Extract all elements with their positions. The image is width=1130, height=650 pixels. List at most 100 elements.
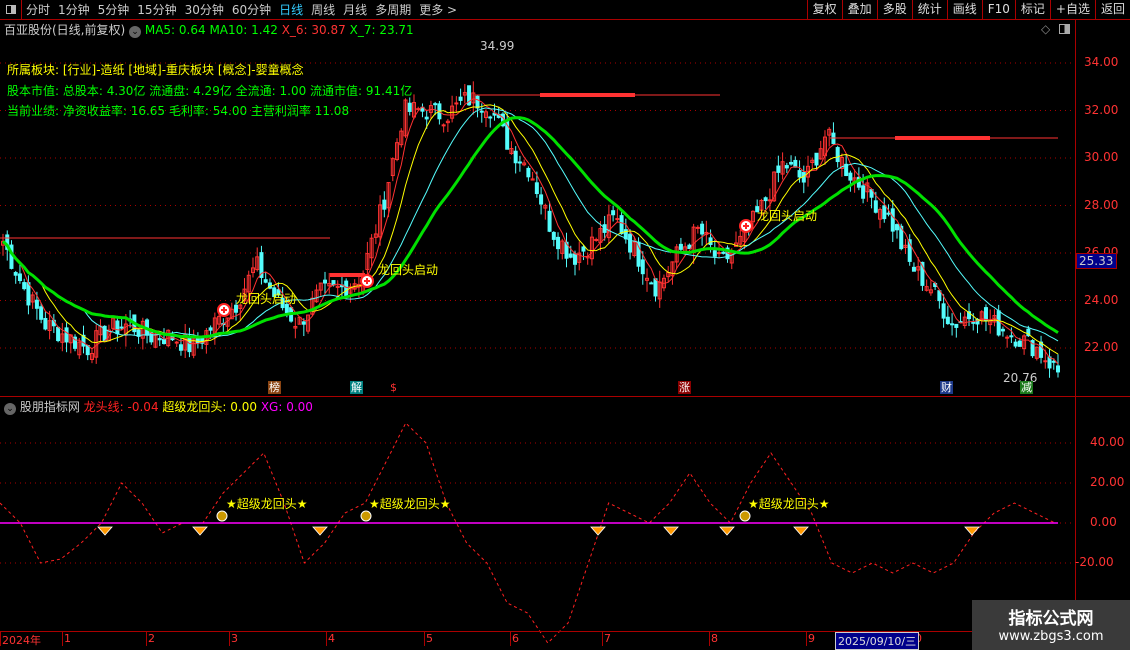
- candle-body: [1051, 360, 1056, 363]
- candle-body: [941, 303, 946, 319]
- candle-body: [556, 236, 561, 250]
- watermark-title: 指标公式网: [1008, 609, 1094, 629]
- xaxis-divider: [0, 631, 1130, 632]
- osc-tick: 0.00: [1090, 515, 1117, 529]
- super-signal-label: ★超级龙回头★: [369, 497, 451, 511]
- candle-body: [568, 253, 573, 258]
- event-badge[interactable]: 财: [940, 381, 953, 394]
- candle-body: [594, 238, 599, 241]
- diamond-icon: [964, 526, 980, 536]
- candle-body: [26, 282, 31, 306]
- event-badge[interactable]: 减: [1020, 381, 1033, 394]
- diamond-icon: [97, 526, 113, 536]
- pane-divider: [0, 396, 1130, 397]
- xaxis-label: 6: [510, 632, 519, 646]
- price-tick: 24.00: [1084, 292, 1119, 307]
- candle-body: [996, 310, 1001, 336]
- candle-body: [611, 210, 616, 216]
- candle-body: [475, 95, 480, 109]
- candle-body: [983, 307, 988, 321]
- candle-body: [208, 327, 213, 331]
- xaxis-label: 3: [229, 632, 238, 646]
- diamond-icon: [663, 526, 679, 536]
- candle-body: [513, 150, 518, 164]
- candle-body: [17, 273, 22, 281]
- oscillator-line: [0, 422, 1056, 644]
- candle-body: [572, 253, 577, 265]
- candle-body: [950, 323, 955, 326]
- candle-body: [789, 161, 794, 165]
- candle-body: [119, 326, 124, 329]
- kline-chart[interactable]: [0, 0, 1130, 650]
- candle-body: [581, 246, 586, 252]
- candle-body: [1039, 341, 1044, 358]
- candle-body: [539, 194, 544, 205]
- signal-label: 龙回头启动: [378, 263, 439, 277]
- candle-body: [424, 116, 429, 120]
- candle-body: [1009, 335, 1014, 338]
- xaxis-label: 4: [326, 632, 335, 646]
- indicator-header: ⌄ 股朋指标网 龙头线: -0.04 超级龙回头: 0.00 XG: 0.00: [4, 398, 313, 415]
- price-tick: 34.00: [1084, 55, 1119, 69]
- candle-body: [708, 237, 713, 245]
- candle-body: [763, 197, 768, 202]
- candle-body: [628, 233, 633, 253]
- event-badge[interactable]: $: [389, 381, 398, 394]
- super-signal-label: ★超级龙回头★: [226, 497, 308, 511]
- candle-body: [1000, 328, 1005, 332]
- candle-body: [174, 341, 179, 344]
- candle-body: [43, 317, 48, 330]
- candle-body: [890, 208, 895, 232]
- watermark-url: www.zbgs3.com: [998, 629, 1104, 644]
- watermark: 指标公式网 www.zbgs3.com: [972, 600, 1130, 650]
- price-tick: 30.00: [1084, 150, 1119, 164]
- candle-body: [717, 252, 722, 255]
- diamond-icon: [719, 526, 735, 536]
- money-bag-icon: [360, 510, 372, 522]
- candle-body: [954, 323, 959, 328]
- price-axis-line: [1075, 20, 1076, 632]
- candle-body: [382, 199, 387, 210]
- candle-body: [848, 172, 853, 181]
- candle-body: [835, 147, 840, 163]
- candle-body: [649, 282, 654, 285]
- candle-body: [56, 326, 61, 342]
- candle-body: [814, 152, 819, 166]
- candle-body: [407, 102, 412, 112]
- candle-body: [85, 345, 90, 356]
- candle-body: [13, 272, 18, 276]
- candle-body: [653, 278, 658, 297]
- super-signal-label: ★超级龙回头★: [748, 497, 830, 511]
- diamond-icon: [192, 526, 208, 536]
- candle-body: [695, 226, 700, 229]
- candle-body: [797, 170, 802, 178]
- osc-tick: 40.00: [1090, 435, 1125, 449]
- candle-body: [115, 320, 120, 335]
- candle-body: [1056, 365, 1060, 373]
- candle-body: [721, 251, 726, 254]
- event-badge[interactable]: 解: [350, 381, 363, 394]
- candle-body: [551, 231, 556, 240]
- xaxis-label: 9: [806, 632, 815, 646]
- candle-body: [263, 279, 268, 283]
- candle-body: [301, 321, 306, 325]
- osc-tick: 20.00: [1090, 475, 1125, 489]
- xaxis-label: 1: [62, 632, 71, 646]
- candle-body: [526, 167, 531, 178]
- chevron-down-icon[interactable]: ⌄: [4, 403, 16, 415]
- candle-body: [64, 327, 69, 343]
- candle-body: [678, 243, 683, 250]
- candle-body: [517, 161, 522, 164]
- diamond-icon: [312, 526, 328, 536]
- event-badge[interactable]: 涨: [678, 381, 691, 394]
- candle-body: [776, 165, 781, 173]
- candle-body: [911, 266, 916, 272]
- diamond-icon: [793, 526, 809, 536]
- candle-body: [619, 215, 624, 235]
- diamond-icon: [590, 526, 606, 536]
- event-badge[interactable]: 榜: [268, 381, 281, 394]
- candle-body: [894, 224, 899, 231]
- candle-body: [1013, 341, 1018, 347]
- xaxis-label: 7: [602, 632, 611, 646]
- candle-body: [534, 182, 539, 195]
